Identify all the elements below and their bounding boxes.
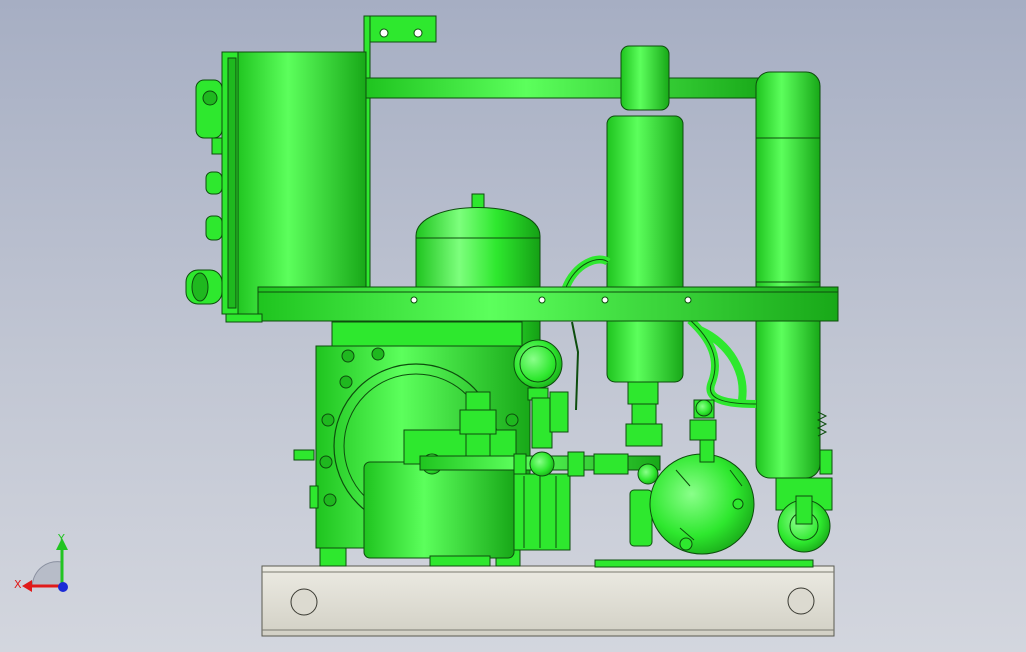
triad-plane xyxy=(31,561,63,587)
base-hole-right xyxy=(787,587,815,615)
base-hole-left xyxy=(290,588,318,616)
accumulator[interactable] xyxy=(606,45,684,405)
mounting-beam[interactable] xyxy=(225,286,839,323)
panel-connectors[interactable] xyxy=(185,79,223,305)
y-axis-label: Y xyxy=(57,532,65,545)
x-axis-label: X xyxy=(14,578,22,591)
upper-pipe[interactable] xyxy=(365,77,767,99)
right-duct[interactable] xyxy=(755,71,828,479)
x-axis-arrow xyxy=(22,580,32,592)
control-box[interactable] xyxy=(221,51,367,315)
orientation-triad: Y X xyxy=(14,532,68,592)
z-axis-dot xyxy=(58,582,68,592)
model-view[interactable] xyxy=(0,0,1026,652)
base-frame[interactable] xyxy=(261,559,835,637)
3d-viewport[interactable]: Y X xyxy=(0,0,1026,652)
